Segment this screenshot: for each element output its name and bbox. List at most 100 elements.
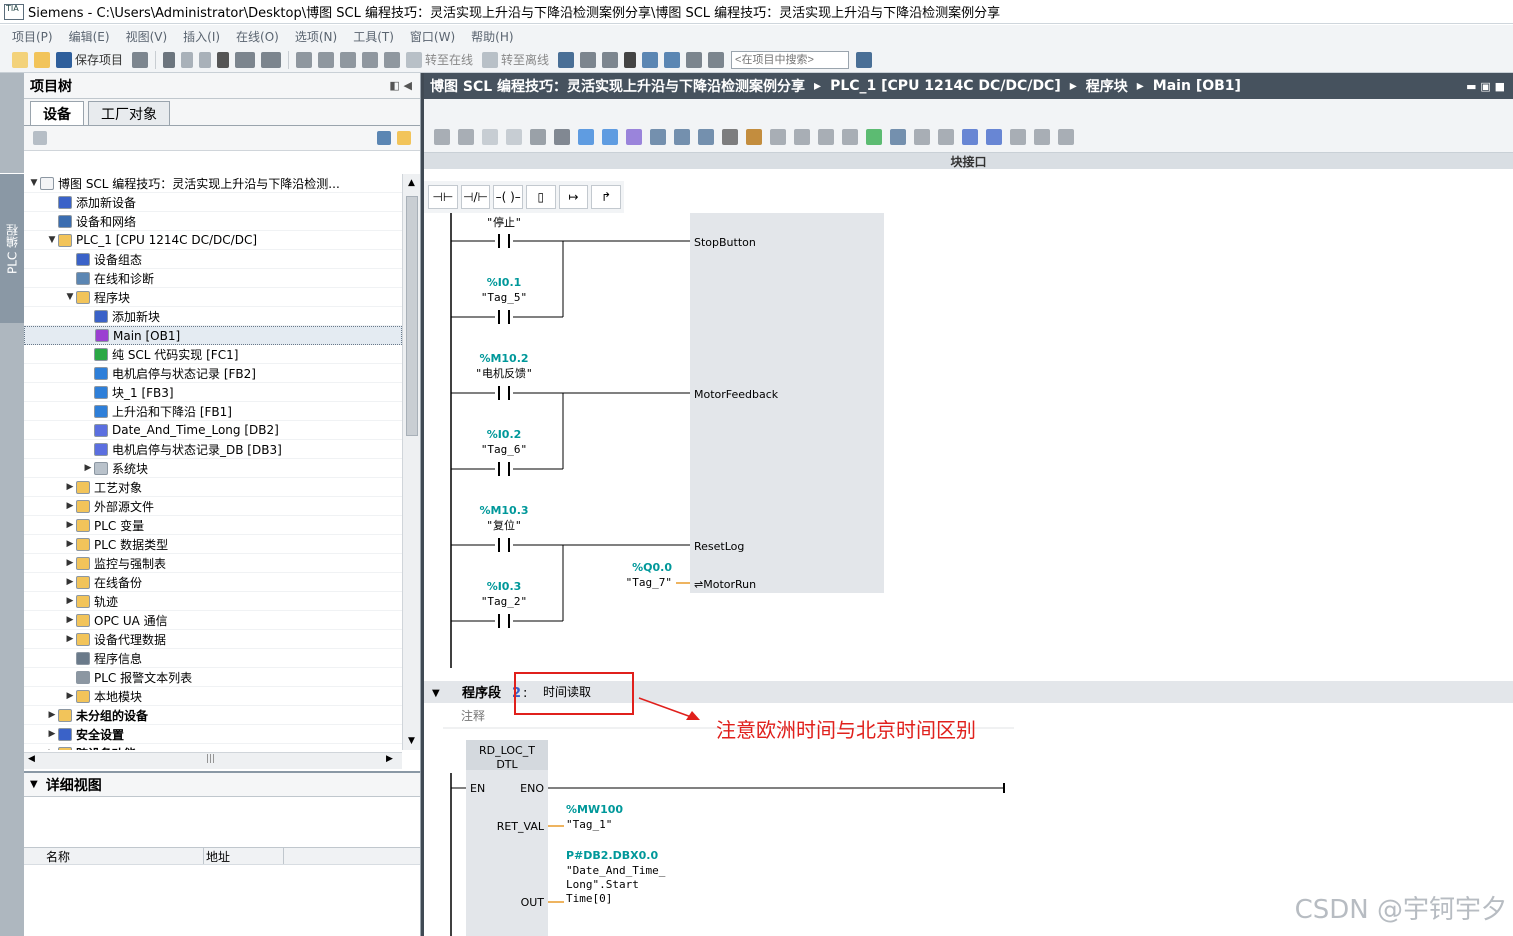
list-view-icon[interactable]: [355, 130, 371, 146]
menu-item-3[interactable]: 插入(I): [183, 28, 220, 45]
menu-item-4[interactable]: 在线(O): [236, 28, 279, 45]
open-branch-button[interactable]: ↦: [558, 185, 589, 209]
tree-item[interactable]: ▶ 外部源文件: [24, 497, 402, 516]
normally-closed-contact-button[interactable]: ⊣/⊢: [460, 185, 491, 209]
maximize-editor-icon[interactable]: [686, 51, 703, 68]
tree-item[interactable]: ▶ 未分组的设备: [24, 706, 402, 725]
project-search-input[interactable]: [731, 50, 850, 69]
collapsed-icon[interactable]: ▶: [64, 691, 76, 701]
simulation-icon[interactable]: [362, 51, 379, 68]
collapsed-icon[interactable]: ▶: [46, 748, 58, 750]
stop-icon[interactable]: [384, 51, 401, 68]
tree-item[interactable]: 添加新设备: [24, 193, 402, 212]
tab-plant-objects[interactable]: 工厂对象: [88, 101, 170, 125]
tree-horizontal-scrollbar[interactable]: ◀ ||| ▶: [24, 752, 402, 769]
close-x-icon[interactable]: [624, 51, 637, 68]
tree-item[interactable]: ▶ 本地模块: [24, 687, 402, 706]
column-name[interactable]: 名称: [24, 848, 204, 864]
scroll-up-icon[interactable]: ▲: [403, 174, 420, 192]
accessible-devices-icon[interactable]: [558, 51, 575, 68]
tree-item[interactable]: ▶ 跨设备功能: [24, 744, 402, 750]
coil-button[interactable]: –( )–: [493, 185, 524, 209]
tree-properties-icon[interactable]: [33, 131, 47, 145]
expanded-icon[interactable]: ▼: [64, 292, 76, 302]
paste-icon[interactable]: [199, 51, 212, 68]
scroll-thumb[interactable]: [406, 196, 418, 436]
column-address[interactable]: 地址: [204, 848, 284, 864]
scroll-grip-icon[interactable]: |||: [206, 754, 215, 764]
collapsed-icon[interactable]: ▶: [64, 539, 76, 549]
undo-icon[interactable]: [235, 51, 256, 68]
new-project-icon[interactable]: [12, 51, 28, 68]
editor-tool-icon[interactable]: [842, 129, 858, 145]
menu-item-1[interactable]: 编辑(E): [69, 28, 110, 45]
editor-tool-icon[interactable]: [554, 129, 570, 145]
copy-icon[interactable]: [181, 51, 194, 68]
split-horizontal-icon[interactable]: [642, 51, 659, 68]
tree-item[interactable]: 纯 SCL 代码实现 [FC1]: [24, 345, 402, 364]
editor-tool-icon[interactable]: [1058, 129, 1074, 145]
tree-item[interactable]: 设备组态: [24, 250, 402, 269]
collapsed-icon[interactable]: ▶: [64, 577, 76, 587]
go-online-icon[interactable]: [406, 51, 423, 68]
editor-tool-icon[interactable]: [722, 129, 738, 145]
collapsed-icon[interactable]: ▶: [64, 615, 76, 625]
go-offline-button[interactable]: 转至离线: [501, 51, 549, 68]
tree-item[interactable]: ▶ 轨迹: [24, 592, 402, 611]
editor-tool-icon[interactable]: [626, 129, 642, 145]
menu-item-0[interactable]: 项目(P): [12, 28, 53, 45]
scroll-right-icon[interactable]: ▶: [386, 754, 393, 764]
collapsed-icon[interactable]: ▶: [64, 482, 76, 492]
editor-tool-icon[interactable]: [434, 129, 450, 145]
tree-item[interactable]: 上升沿和下降沿 [FB1]: [24, 402, 402, 421]
tree-item[interactable]: ▶ PLC 数据类型: [24, 535, 402, 554]
editor-tool-icon[interactable]: [818, 129, 834, 145]
redo-icon[interactable]: [261, 51, 282, 68]
tree-item[interactable]: 电机启停与状态记录_DB [DB3]: [24, 440, 402, 459]
fb-call-box[interactable]: [690, 213, 884, 593]
detail-view-header[interactable]: ▼ 详细视图: [24, 773, 420, 797]
menu-item-8[interactable]: 帮助(H): [471, 28, 513, 45]
menu-item-7[interactable]: 窗口(W): [410, 28, 455, 45]
window-controls-icon[interactable]: ▬ ▣ ■: [1466, 80, 1505, 93]
tree-item[interactable]: 程序信息: [24, 649, 402, 668]
stop-cpu-icon[interactable]: [602, 51, 619, 68]
empty-box-button[interactable]: ▯: [526, 185, 556, 209]
tree-item[interactable]: Main [OB1]: [24, 326, 402, 345]
search-icon[interactable]: [856, 51, 873, 68]
tree-vertical-scrollbar[interactable]: ▲ ▼: [402, 174, 420, 750]
go-online-button[interactable]: 转至在线: [425, 51, 473, 68]
scroll-down-icon[interactable]: ▼: [403, 732, 420, 750]
tree-item[interactable]: ▶ 设备代理数据: [24, 630, 402, 649]
editor-tool-icon[interactable]: [866, 129, 882, 145]
menu-item-2[interactable]: 视图(V): [126, 28, 168, 45]
editor-tool-icon[interactable]: [746, 129, 762, 145]
tree-item[interactable]: 在线和诊断: [24, 269, 402, 288]
tab-devices[interactable]: 设备: [30, 101, 84, 125]
open-project-icon[interactable]: [34, 51, 50, 68]
add-folder-icon[interactable]: [397, 131, 411, 145]
save-icon[interactable]: [56, 51, 72, 68]
chevron-down-icon[interactable]: ▼: [30, 779, 38, 790]
restore-editor-icon[interactable]: [708, 51, 725, 68]
collapsed-icon[interactable]: ▶: [46, 729, 58, 739]
breadcrumb-program-blocks[interactable]: 程序块: [1086, 76, 1128, 96]
collapsed-icon[interactable]: ▶: [64, 558, 76, 568]
tree-item[interactable]: ▶ PLC 变量: [24, 516, 402, 535]
tree-item[interactable]: ▶ 系统块: [24, 459, 402, 478]
tree-item[interactable]: PLC 报警文本列表: [24, 668, 402, 687]
menu-item-6[interactable]: 工具(T): [353, 28, 394, 45]
scroll-left-icon[interactable]: ◀: [28, 754, 35, 764]
editor-tool-icon[interactable]: [794, 129, 810, 145]
tree-item[interactable]: ▶ OPC UA 通信: [24, 611, 402, 630]
tree-view-icon[interactable]: [377, 131, 391, 145]
editor-tool-icon[interactable]: [698, 129, 714, 145]
tree-item[interactable]: ▼ PLC_1 [CPU 1214C DC/DC/DC]: [24, 231, 402, 250]
collapsed-icon[interactable]: ▶: [82, 463, 94, 473]
collapsed-icon[interactable]: ▶: [46, 710, 58, 720]
collapsed-icon[interactable]: ▶: [64, 520, 76, 530]
tree-item[interactable]: ▼ 博图 SCL 编程技巧：灵活实现上升沿与下降沿检测...: [24, 174, 402, 193]
editor-tool-icon[interactable]: [650, 129, 666, 145]
go-offline-icon[interactable]: [482, 51, 499, 68]
collapsed-icon[interactable]: ▶: [64, 634, 76, 644]
